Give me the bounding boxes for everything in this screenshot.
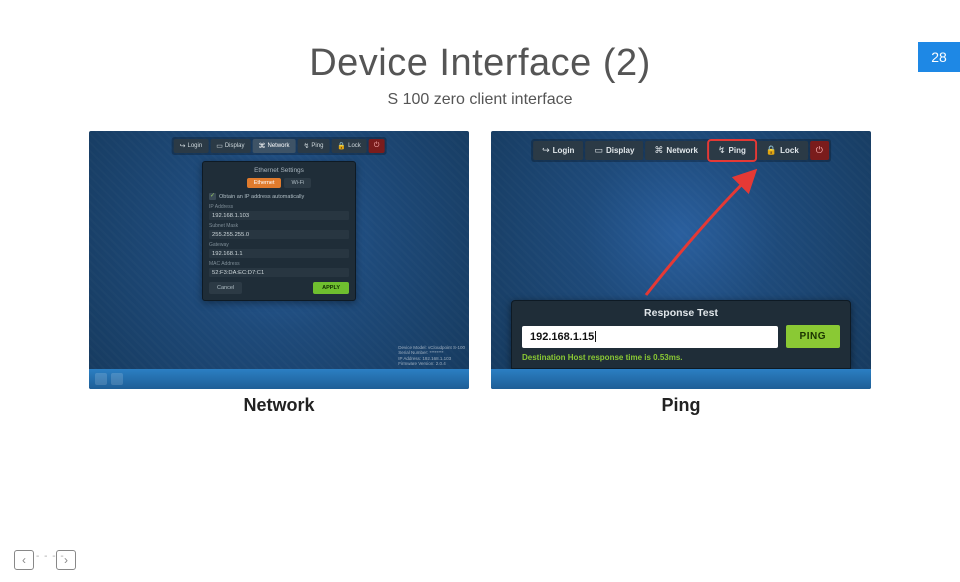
response-test-panel: Response Test 192.168.1.15 PING Destinat…: [511, 300, 851, 369]
ping-toolbar: ↪Login ▭Display ⌘Network ↯Ping 🔒Lock ⏻: [531, 139, 831, 162]
toolbar2-power[interactable]: ⏻: [810, 141, 829, 160]
lock-icon: 🔒: [766, 145, 777, 156]
network-caption: Network: [89, 395, 469, 416]
taskbar: [491, 369, 871, 389]
ethernet-settings-panel: Ethernet Settings Ethernet Wi-Fi Obtain …: [202, 161, 356, 301]
page-number-badge: 28: [918, 42, 960, 72]
login-icon: ↪: [542, 145, 550, 156]
mask-label: Subnet Mask: [209, 223, 349, 229]
toolbar2-network[interactable]: ⌘Network: [645, 141, 707, 160]
toolbar2-network-label: Network: [666, 146, 698, 155]
toolbar2-ping-label: Ping: [729, 146, 746, 155]
slide-subtitle: S 100 zero client interface: [0, 91, 960, 109]
login-icon: ↪: [180, 142, 186, 150]
ping-ip-value: 192.168.1.15: [530, 331, 594, 343]
toolbar-login-label: Login: [188, 143, 203, 149]
tab-wifi[interactable]: Wi-Fi: [284, 178, 311, 188]
toolbar-power[interactable]: ⏻: [369, 139, 385, 153]
slide-title: Device Interface (2): [0, 42, 960, 85]
toolbar2-login[interactable]: ↪Login: [533, 141, 583, 160]
ip-label: IP Address: [209, 204, 349, 210]
devinfo-line: Firmware Version: 2.0.4: [398, 361, 465, 367]
cancel-button[interactable]: Cancel: [209, 282, 242, 294]
ping-caption: Ping: [491, 395, 871, 416]
toolbar-display-label: Display: [225, 143, 245, 149]
ping-icon: ↯: [304, 142, 310, 150]
tab-ethernet[interactable]: Ethernet: [247, 178, 282, 188]
text-caret: [595, 331, 596, 342]
toolbar2-display[interactable]: ▭Display: [585, 141, 643, 160]
toolbar-network[interactable]: ⌘Network: [253, 139, 296, 153]
toolbar-network-label: Network: [268, 143, 290, 149]
gateway-label: Gateway: [209, 242, 349, 248]
mac-value: 52:F3:DA:EC:D7:C1: [209, 268, 349, 277]
toolbar2-ping[interactable]: ↯Ping: [709, 141, 755, 160]
taskbar-icon[interactable]: [111, 373, 123, 385]
taskbar-icon[interactable]: [95, 373, 107, 385]
network-icon: ⌘: [654, 145, 663, 156]
mac-label: MAC Address: [209, 261, 349, 267]
network-icon: ⌘: [259, 142, 266, 150]
ping-status-text: Destination Host response time is 0.53ms…: [522, 353, 840, 362]
ethernet-settings-title: Ethernet Settings: [209, 167, 349, 174]
toolbar-login[interactable]: ↪Login: [174, 139, 209, 153]
network-screenshot-block: ↪Login ▭Display ⌘Network ↯Ping 🔒Lock ⏻ E…: [89, 131, 469, 416]
mask-value[interactable]: 255.255.255.0: [209, 230, 349, 239]
ping-ip-input[interactable]: 192.168.1.15: [522, 326, 778, 348]
annotation-arrow: [631, 165, 771, 305]
nav-separator: - - - -: [36, 551, 65, 562]
taskbar: [89, 369, 469, 389]
toolbar-display[interactable]: ▭Display: [210, 139, 250, 153]
gateway-value[interactable]: 192.168.1.1: [209, 249, 349, 258]
apply-button[interactable]: APPLY: [313, 282, 349, 294]
ping-icon: ↯: [718, 145, 726, 156]
network-screen: ↪Login ▭Display ⌘Network ↯Ping 🔒Lock ⏻ E…: [89, 131, 469, 389]
toolbar-ping[interactable]: ↯Ping: [298, 139, 330, 153]
display-icon: ▭: [216, 142, 223, 150]
toolbar2-lock-label: Lock: [780, 146, 799, 155]
device-info: Device Model: vCloudpoint S-100 Serial N…: [398, 345, 465, 368]
prev-slide-button[interactable]: ‹: [14, 550, 34, 570]
toolbar-lock[interactable]: 🔒Lock: [331, 139, 366, 153]
ping-screen: ↪Login ▭Display ⌘Network ↯Ping 🔒Lock ⏻ R…: [491, 131, 871, 389]
toolbar2-display-label: Display: [606, 146, 634, 155]
network-toolbar: ↪Login ▭Display ⌘Network ↯Ping 🔒Lock ⏻: [172, 137, 387, 155]
response-test-title: Response Test: [522, 307, 840, 319]
ping-button[interactable]: PING: [786, 325, 840, 348]
ping-screenshot-block: ↪Login ▭Display ⌘Network ↯Ping 🔒Lock ⏻ R…: [491, 131, 871, 416]
toolbar-lock-label: Lock: [348, 143, 361, 149]
lock-icon: 🔒: [337, 142, 346, 150]
auto-ip-label: Obtain an IP address automatically: [219, 194, 304, 200]
ip-value[interactable]: 192.168.1.103: [209, 211, 349, 220]
toolbar2-lock[interactable]: 🔒Lock: [757, 141, 808, 160]
toolbar2-login-label: Login: [553, 146, 575, 155]
toolbar-ping-label: Ping: [311, 143, 323, 149]
display-icon: ▭: [594, 145, 603, 156]
auto-ip-checkbox[interactable]: Obtain an IP address automatically: [209, 193, 349, 200]
